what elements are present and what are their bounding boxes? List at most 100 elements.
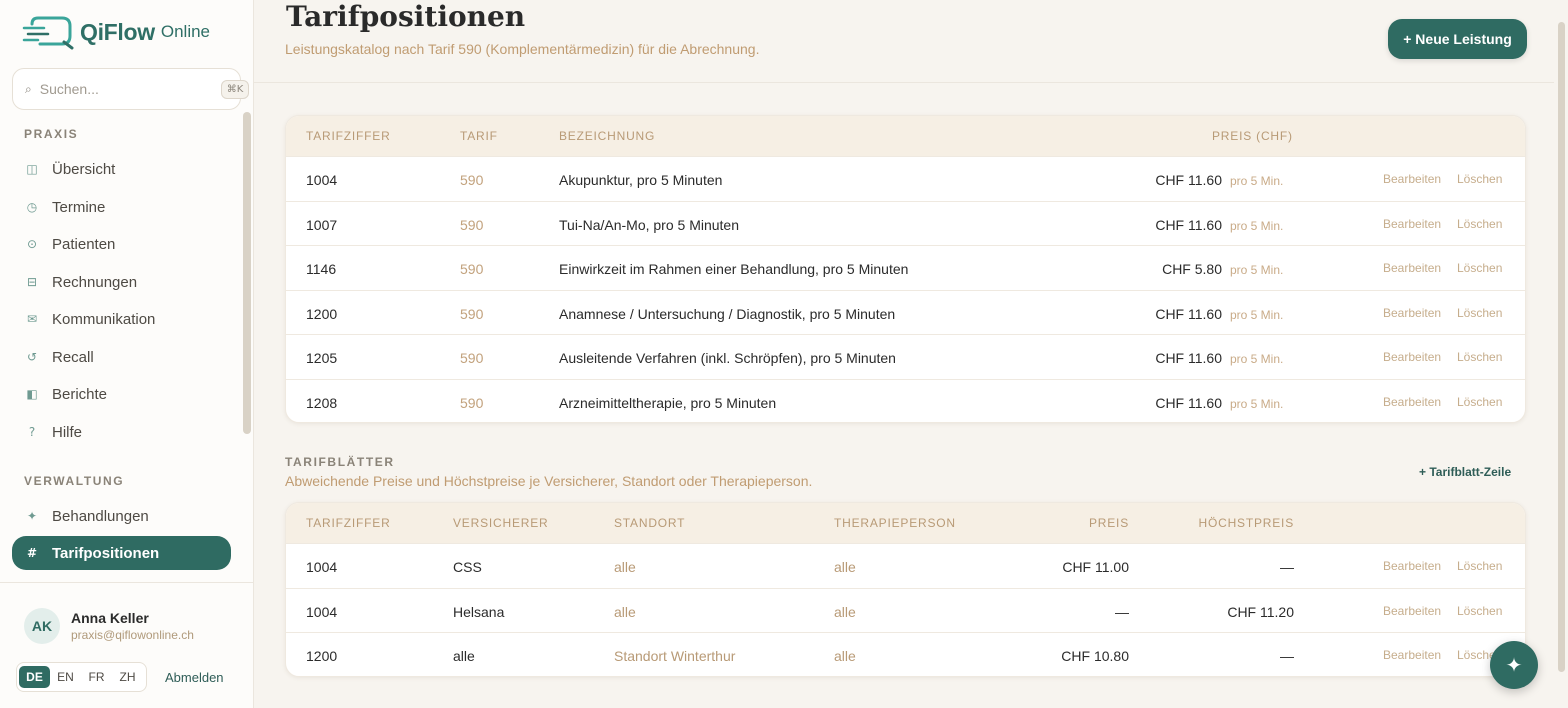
col-header-max-price[interactable]: HÖCHSTPREIS [1199,516,1294,530]
logout-link[interactable]: Abmelden [165,670,224,685]
cell-price: CHF 11.60 [1155,350,1222,367]
app-logo[interactable]: QiFlow Online [22,14,210,50]
sidebar-item-rechnungen[interactable]: ⊟ Rechnungen [12,265,231,299]
search-input[interactable] [39,81,221,97]
table-row: 1007 590 Tui-Na/An-Mo, pro 5 Minuten CHF 11… [286,200,1525,246]
avatar[interactable]: AK [24,608,60,644]
user-email: praxis@qiflowonline.ch [71,628,194,642]
sidebar-item-label: Kommunikation [52,310,156,328]
col-header-location[interactable]: STANDORT [614,516,685,530]
edit-button[interactable]: Bearbeiten [1383,648,1441,662]
delete-button[interactable]: Löschen [1457,604,1502,618]
sidebar-item-berichte[interactable]: ◧ Berichte [12,377,231,411]
col-header-price[interactable]: PREIS [1089,516,1129,530]
cell-price: CHF 11.60 [1155,216,1222,233]
lang-de-button[interactable]: DE [19,666,50,688]
sparkle-icon: ✦ [26,509,38,523]
delete-button[interactable]: Löschen [1457,395,1502,409]
sidebar-item-label: Recall [52,348,94,366]
new-service-button[interactable]: + Neue Leistung [1388,19,1527,59]
cell-tarif: 590 [460,350,484,367]
lang-en-button[interactable]: EN [50,666,81,688]
edit-button[interactable]: Bearbeiten [1383,172,1441,186]
table-row: 1004 590 Akupunktur, pro 5 Minuten CHF 11.6… [286,156,1525,201]
positions-table: TARIFZIFFER TARIF BEZEICHNUNG PREIS (CHF… [285,115,1526,423]
cell-location: alle [614,603,636,620]
main-scrollbar[interactable] [1558,22,1565,672]
col-header-tarif[interactable]: TARIF [460,129,498,143]
table-row: 1004 Helsana alle alle — CHF 11.20 Bearbeiten L… [286,587,1525,633]
reports-icon: ◧ [26,387,38,401]
sidebar-scrollbar[interactable] [243,112,251,434]
sidebar-item-label: Behandlungen [52,507,149,525]
mail-icon: ✉ [26,312,38,326]
patients-icon: ⊙ [26,237,38,251]
edit-button[interactable]: Bearbeiten [1383,217,1441,231]
cell-description: Tui-Na/An-Mo, pro 5 Minuten [559,216,739,233]
page-title: Tarifpositionen [286,0,526,33]
hash-icon: # [26,546,38,560]
col-header-description[interactable]: BEZEICHNUNG [559,129,655,143]
sidebar-item-patienten[interactable]: ⊙ Patienten [12,227,231,261]
sidebar-item-termine[interactable]: ◷ Termine [12,190,231,224]
sidebar-item-uebersicht[interactable]: ◫ Übersicht [12,152,231,186]
search-box[interactable]: ⌕ ⌘K [12,68,250,110]
sidebar-item-kommunikation[interactable]: ✉ Kommunikation [12,302,231,336]
cell-code: 1200 [306,648,338,665]
sidebar-item-hilfe[interactable]: ? Hilfe [12,415,231,449]
delete-button[interactable]: Löschen [1457,559,1502,573]
edit-button[interactable]: Bearbeiten [1383,395,1441,409]
cell-price-unit: pro 5 Min. [1230,352,1284,367]
delete-button[interactable]: Löschen [1457,217,1502,231]
assistant-fab-button[interactable]: ✦ [1490,641,1538,689]
add-tarifblatt-row-button[interactable]: + Tarifblatt-Zeile [1419,465,1511,479]
app-name-suffix: Online [160,22,210,41]
sidebar-item-label: Patienten [52,235,116,253]
table-header: TARIFZIFFER TARIF BEZEICHNUNG PREIS (CHF… [286,116,1525,156]
main-content: Tarifpositionen Leistungskatalog nach Ta… [254,0,1554,708]
cell-insurer: alle [453,648,475,665]
cell-price: CHF 11.60 [1155,394,1222,411]
col-header-therapist[interactable]: THERAPIEPERSON [834,516,956,530]
table-row: 1200 alle Standort Winterthur alle CHF 10.80… [286,632,1525,676]
edit-button[interactable]: Bearbeiten [1383,604,1441,618]
col-header-insurer[interactable]: VERSICHERER [453,516,548,530]
overview-icon: ◫ [26,162,38,176]
cell-price: CHF 5.80 [1162,261,1222,278]
help-icon: ? [28,425,36,439]
delete-button[interactable]: Löschen [1457,350,1502,364]
cell-therapist: alle [834,559,856,575]
col-header-code[interactable]: TARIFZIFFER [306,516,391,530]
cell-code: 1146 [306,261,337,278]
cell-tarif: 590 [460,305,484,322]
edit-button[interactable]: Bearbeiten [1383,261,1441,275]
sidebar-item-behandlungen[interactable]: ✦ Behandlungen [12,499,231,533]
sidebar-item-label: Übersicht [52,160,116,178]
delete-button[interactable]: Löschen [1457,261,1502,275]
search-shortcut-badge: ⌘K [220,79,250,99]
delete-button[interactable]: Löschen [1457,306,1502,320]
cell-price-unit: pro 5 Min. [1230,218,1284,233]
clock-icon: ◷ [26,200,38,214]
sidebar-item-recall[interactable]: ↺ Recall [12,340,231,374]
cell-code: 1200 [306,305,338,322]
divider [254,82,1554,83]
cell-insurer: CSS [453,559,482,575]
edit-button[interactable]: Bearbeiten [1383,350,1441,364]
lang-zh-button[interactable]: ZH [112,666,143,688]
col-header-price[interactable]: PREIS (CHF) [1212,129,1293,143]
cell-therapist: alle [834,648,856,665]
delete-button[interactable]: Löschen [1457,172,1502,186]
cell-code: 1004 [306,559,338,575]
user-name: Anna Keller [71,610,149,626]
cell-description: Einwirkzeit im Rahmen einer Behandlung, … [559,261,909,278]
edit-button[interactable]: Bearbeiten [1383,559,1441,573]
language-switcher: DE EN FR ZH [16,662,147,692]
sidebar-item-label: Termine [52,198,106,216]
col-header-code[interactable]: TARIFZIFFER [306,129,391,143]
sidebar-item-label: Tarifpositionen [52,544,160,562]
sidebar-item-label: Rechnungen [52,273,138,291]
edit-button[interactable]: Bearbeiten [1383,306,1441,320]
sidebar-item-tarifpositionen[interactable]: # Tarifpositionen [12,536,231,570]
lang-fr-button[interactable]: FR [81,666,112,688]
